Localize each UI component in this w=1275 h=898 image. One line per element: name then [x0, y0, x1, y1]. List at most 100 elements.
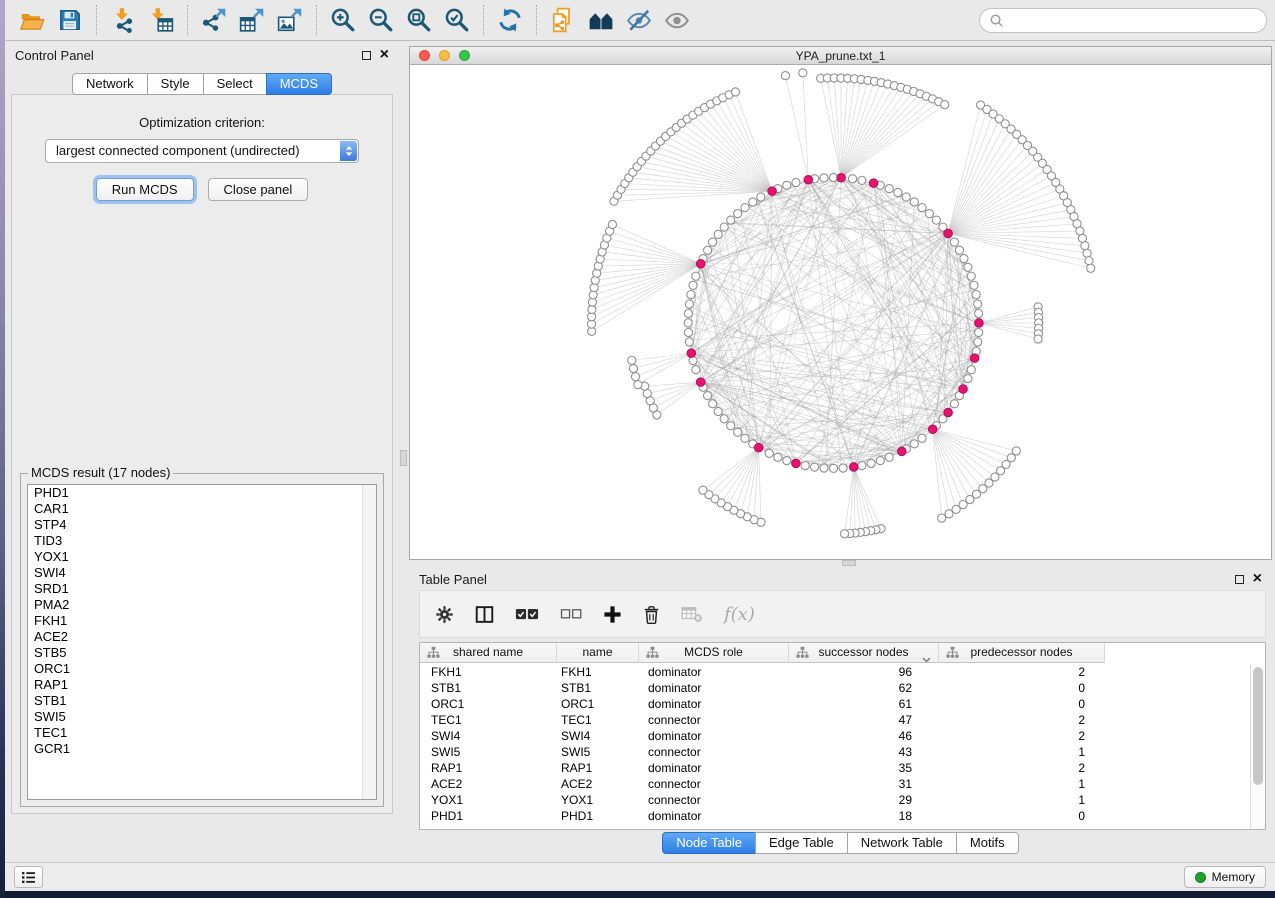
table-row[interactable]: RAP1RAP1dominator352	[420, 760, 1265, 776]
column-type-icon	[946, 646, 959, 665]
export-table-button[interactable]	[233, 3, 271, 37]
column-header-predecessor-nodes[interactable]: predecessor nodes	[939, 643, 1105, 663]
control-panel: Control Panel × Network Style Select MCD…	[5, 42, 399, 862]
header-filler	[1105, 643, 1265, 663]
tab-select[interactable]: Select	[203, 73, 267, 95]
table-cell: ACE2	[557, 776, 639, 792]
mcds-list-scrollbar[interactable]	[362, 485, 376, 799]
table-row[interactable]: SWI4SWI4dominator462	[420, 728, 1265, 744]
table-cell: ORC1	[420, 696, 557, 712]
export-network-button[interactable]	[195, 3, 233, 37]
mcds-result-item[interactable]: STB1	[28, 693, 376, 709]
show-all-button[interactable]	[658, 3, 696, 37]
tab-style[interactable]: Style	[147, 73, 204, 95]
zoom-fit-button[interactable]	[400, 3, 438, 37]
refresh-button[interactable]	[491, 3, 529, 37]
table-row[interactable]: TEC1TEC1connector472	[420, 712, 1265, 728]
mcds-result-item[interactable]: CAR1	[28, 501, 376, 517]
tab-edge-table[interactable]: Edge Table	[755, 832, 848, 854]
mcds-result-item[interactable]: STP4	[28, 517, 376, 533]
float-panel-icon[interactable]	[1235, 575, 1244, 584]
network-view-window: YPA_prune.txt_1	[409, 46, 1272, 560]
mcds-result-item[interactable]: RAP1	[28, 677, 376, 693]
float-panel-icon[interactable]	[362, 51, 371, 60]
optimization-criterion-select[interactable]: largest connected component (undirected)	[45, 139, 359, 163]
hide-selected-button[interactable]	[620, 3, 658, 37]
search-input[interactable]	[1010, 13, 1257, 28]
import-network-button[interactable]	[104, 3, 142, 37]
mcds-result-item[interactable]: STB5	[28, 645, 376, 661]
first-neighbors-button[interactable]	[582, 3, 620, 37]
mcds-result-item[interactable]: TID3	[28, 533, 376, 549]
column-header-name[interactable]: name	[557, 643, 639, 663]
import-table-button[interactable]	[142, 3, 180, 37]
table-row[interactable]: STB1STB1dominator620	[420, 680, 1265, 696]
close-window-icon[interactable]	[419, 50, 430, 61]
show-columns-button[interactable]	[475, 605, 494, 624]
close-panel-icon[interactable]: ×	[380, 49, 389, 61]
tab-motifs[interactable]: Motifs	[956, 832, 1019, 854]
mcds-result-item[interactable]: PMA2	[28, 597, 376, 613]
mcds-result-item[interactable]: YOX1	[28, 549, 376, 565]
table-scrollbar[interactable]	[1250, 664, 1265, 829]
tab-network-table[interactable]: Network Table	[847, 832, 957, 854]
memory-button[interactable]: Memory	[1184, 866, 1266, 888]
deselect-all-button[interactable]	[560, 607, 582, 621]
add-column-button[interactable]	[603, 605, 622, 624]
table-cell: 0	[939, 696, 1105, 712]
zoom-in-button[interactable]	[324, 3, 362, 37]
mcds-result-item[interactable]: GCR1	[28, 741, 376, 757]
mcds-result-item[interactable]: ACE2	[28, 629, 376, 645]
table-row[interactable]: ACE2ACE2connector311	[420, 776, 1265, 792]
column-header-shared-name[interactable]: shared name	[420, 643, 557, 663]
tab-mcds[interactable]: MCDS	[266, 73, 332, 95]
mcds-result-item[interactable]: SWI5	[28, 709, 376, 725]
vertical-splitter[interactable]	[399, 42, 409, 862]
maximize-window-icon[interactable]	[459, 50, 470, 61]
mcds-result-item[interactable]: PHD1	[28, 485, 376, 501]
main-toolbar	[5, 0, 1275, 41]
delete-column-button[interactable]	[643, 605, 660, 624]
table-cell: STB1	[557, 680, 639, 696]
run-mcds-button[interactable]: Run MCDS	[96, 178, 194, 201]
mcds-result-item[interactable]: FKH1	[28, 613, 376, 629]
export-image-icon	[277, 7, 303, 33]
table-row[interactable]: SWI5SWI5connector431	[420, 744, 1265, 760]
scrollbar-thumb[interactable]	[1253, 667, 1263, 785]
column-header-successor-nodes[interactable]: successor nodes	[789, 643, 939, 663]
mcds-result-item[interactable]: SWI4	[28, 565, 376, 581]
table-row[interactable]: FKH1FKH1dominator962	[420, 664, 1265, 680]
export-image-button[interactable]	[271, 3, 309, 37]
mcds-result-item[interactable]: ORC1	[28, 661, 376, 677]
zoom-selected-button[interactable]	[438, 3, 476, 37]
first-neighbors-icon	[588, 7, 614, 33]
table-row[interactable]: YOX1YOX1connector291	[420, 792, 1265, 808]
save-session-button[interactable]	[51, 3, 89, 37]
zoom-fit-icon	[406, 7, 432, 33]
table-settings-button[interactable]	[435, 605, 454, 624]
mcds-result-item[interactable]: SRD1	[28, 581, 376, 597]
table-cell: 2	[939, 728, 1105, 744]
select-all-button[interactable]	[515, 607, 539, 622]
column-header-mcds-role[interactable]: MCDS role	[639, 643, 789, 663]
tab-network[interactable]: Network	[72, 73, 148, 95]
gear-icon	[435, 605, 454, 624]
column-type-icon	[427, 646, 440, 665]
mcds-result-list: PHD1CAR1STP4TID3YOX1SWI4SRD1PMA2FKH1ACE2…	[27, 484, 377, 800]
close-panel-button[interactable]: Close panel	[208, 178, 309, 201]
optimization-criterion-label: Optimization criterion:	[12, 115, 392, 130]
table-row[interactable]: ORC1ORC1dominator610	[420, 696, 1265, 712]
network-canvas[interactable]	[410, 66, 1271, 559]
task-history-button[interactable]	[14, 866, 43, 888]
close-panel-icon[interactable]: ×	[1253, 573, 1262, 585]
table-row[interactable]: PHD1PHD1dominator180	[420, 808, 1265, 824]
tab-node-table[interactable]: Node Table	[662, 832, 756, 854]
table-cell: 47	[789, 712, 939, 728]
open-file-button[interactable]	[13, 3, 51, 37]
table-cell: YOX1	[557, 792, 639, 808]
splitter-grip[interactable]	[400, 450, 407, 466]
zoom-out-button[interactable]	[362, 3, 400, 37]
mcds-result-item[interactable]: TEC1	[28, 725, 376, 741]
new-network-from-selection-button[interactable]	[544, 3, 582, 37]
minimize-window-icon[interactable]	[439, 50, 450, 61]
